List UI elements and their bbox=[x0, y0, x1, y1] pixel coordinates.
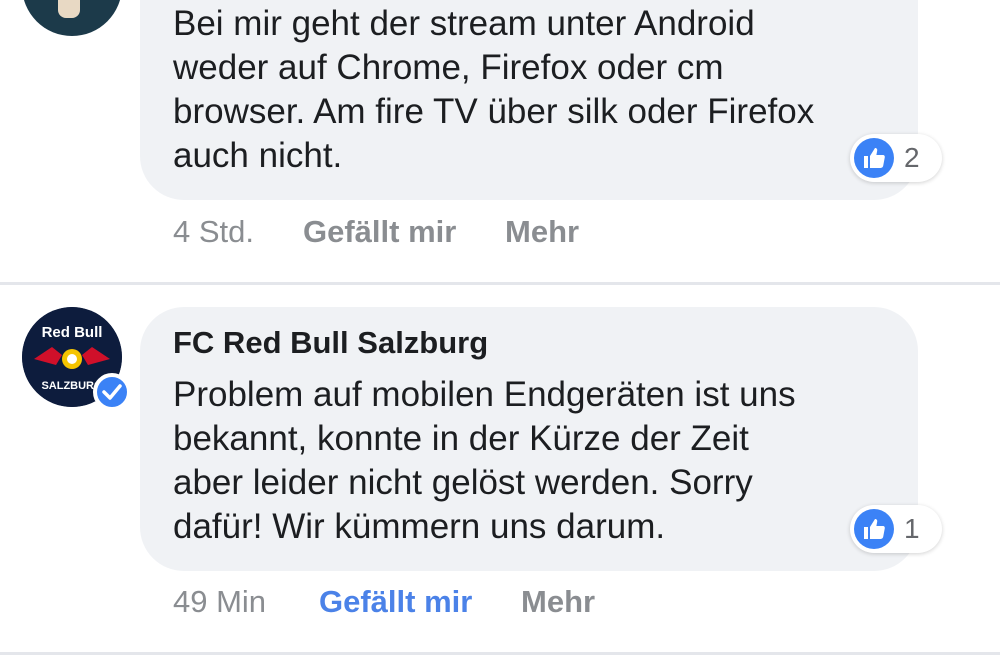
more-button[interactable]: Mehr bbox=[505, 214, 579, 250]
comment-time: 4 Std. bbox=[173, 214, 254, 249]
reaction-count: 1 bbox=[904, 513, 920, 544]
comment-bubble: FC Red Bull Salzburg Problem auf mobilen… bbox=[140, 307, 942, 571]
avatar-figure bbox=[58, 0, 80, 18]
reaction-summary[interactable]: 2 bbox=[850, 134, 942, 182]
comment-time: 49 Min bbox=[173, 584, 267, 619]
thumbs-up-icon bbox=[854, 509, 894, 549]
divider bbox=[0, 652, 1000, 655]
like-button[interactable]: Gefällt mir bbox=[303, 214, 456, 250]
comment-text: Bei mir geht der stream unter Android we… bbox=[173, 4, 815, 175]
like-button[interactable]: Gefällt mir bbox=[319, 584, 472, 620]
verified-badge-icon bbox=[93, 373, 131, 411]
divider bbox=[0, 282, 1000, 285]
thumbs-up-icon bbox=[854, 138, 894, 178]
comment-author[interactable]: FC Red Bull Salzburg bbox=[173, 325, 488, 361]
reaction-count: 2 bbox=[904, 142, 920, 173]
comment-text: Problem auf mobilen Endgeräten ist uns b… bbox=[173, 375, 796, 546]
reaction-summary[interactable]: 1 bbox=[850, 505, 942, 553]
svg-text:Red Bull: Red Bull bbox=[42, 324, 103, 341]
avatar[interactable] bbox=[22, 0, 122, 36]
more-button[interactable]: Mehr bbox=[521, 584, 595, 620]
comment-bubble: Bei mir geht der stream unter Android we… bbox=[140, 0, 942, 200]
